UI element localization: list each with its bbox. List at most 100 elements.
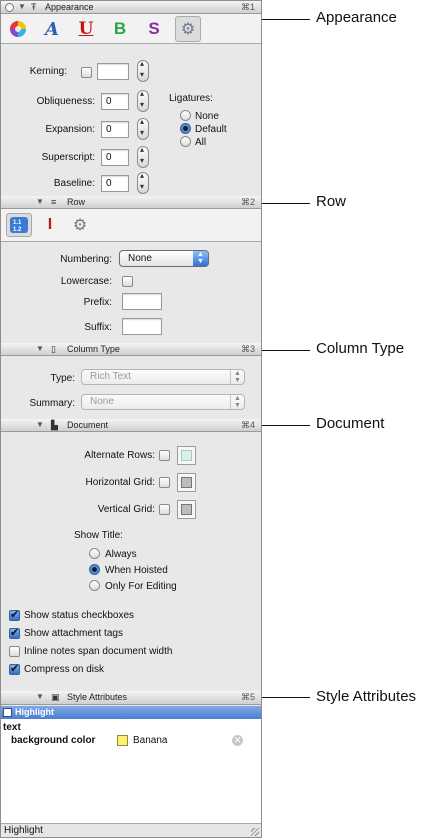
ligatures-default-label: Default [195, 124, 227, 135]
compress-on-disk-checkbox[interactable] [9, 662, 20, 675]
ligatures-default-radio[interactable] [180, 123, 191, 134]
prefix-label: Prefix: [83, 297, 112, 308]
disclosure-triangle-icon[interactable]: ▼ [36, 691, 44, 703]
kerning-checkbox[interactable] [81, 67, 92, 78]
document-icon: ▙ [51, 420, 58, 430]
appearance-title: Appearance [45, 2, 94, 12]
text-cursor-icon[interactable]: I [39, 213, 61, 237]
baseline-field[interactable]: 0 [101, 175, 129, 192]
row-header[interactable]: ▼ ≡ Row ⌘2 [1, 196, 261, 209]
text-format-icon: Ŧ [31, 2, 37, 12]
kerning-label: Kerning: [29, 66, 67, 77]
alternate-rows-checkbox[interactable] [159, 450, 170, 461]
show-title-always-label: Always [105, 549, 137, 560]
callout-line-row [262, 203, 310, 204]
close-icon[interactable] [5, 3, 14, 12]
alternate-rows-label: Alternate Rows: [84, 450, 155, 461]
superscript-field[interactable]: 0 [101, 149, 129, 166]
numbering-popup[interactable]: None ▲ ▼ [119, 250, 209, 267]
style-attributes-list[interactable]: Highlight text background color Banana ✕ [1, 706, 261, 823]
expansion-label: Expansion: [45, 124, 95, 135]
ligatures-all-radio[interactable] [180, 136, 191, 147]
document-shortcut: ⌘4 [240, 420, 255, 430]
lowercase-checkbox[interactable] [122, 276, 133, 287]
svg-text:1.2: 1.2 [13, 227, 22, 233]
row-icon: ≡ [51, 197, 57, 207]
styles-icon[interactable]: S [143, 18, 165, 40]
status-text: Highlight [4, 825, 43, 836]
vertical-grid-checkbox[interactable] [159, 504, 170, 515]
show-attachment-tags-checkbox[interactable] [9, 626, 20, 639]
disclosure-triangle-icon[interactable]: ▼ [36, 196, 44, 208]
banana-color-swatch[interactable] [117, 735, 128, 746]
gear-icon[interactable]: ⚙ [175, 16, 201, 42]
underline-icon[interactable]: U [75, 18, 97, 40]
attribute-value-label: Banana [133, 735, 168, 746]
horizontal-grid-checkbox[interactable] [159, 477, 170, 488]
style-attributes-header[interactable]: ▼ ▣ Style Attributes ⌘5 [1, 691, 261, 705]
callout-document: Document [316, 415, 385, 432]
type-popup[interactable]: Rich Text ▲ ▼ [81, 369, 245, 385]
bold-icon[interactable]: B [109, 18, 131, 40]
kerning-stepper[interactable] [137, 59, 149, 82]
show-title-only-for-editing-label: Only For Editing [105, 581, 177, 592]
horizontal-grid-color-well[interactable] [177, 473, 196, 492]
gear-icon[interactable]: ⚙ [69, 213, 91, 237]
popup-arrows-icon: ▲ ▼ [230, 370, 244, 384]
show-status-checkboxes-label: Show status checkboxes [24, 610, 135, 621]
ligatures-all-label: All [195, 137, 207, 148]
ligatures-none-radio[interactable] [180, 110, 191, 121]
style-list-header-label: Highlight [15, 707, 54, 717]
colors-icon[interactable] [7, 18, 29, 40]
remove-attribute-icon[interactable]: ✕ [232, 735, 243, 746]
suffix-field[interactable] [122, 318, 162, 335]
row-title: Row [67, 197, 86, 207]
column-icon: ▯ [51, 344, 56, 354]
type-value: Rich Text [90, 371, 131, 382]
row-shortcut: ⌘2 [240, 197, 255, 207]
alternate-rows-color-well[interactable] [177, 446, 196, 465]
numbering-icon[interactable]: 1.1 1.2 [6, 213, 32, 237]
appearance-header[interactable]: ▼ Ŧ Appearance ⌘1 [1, 1, 261, 14]
expansion-field[interactable]: 0 [101, 121, 129, 138]
callout-row: Row [316, 193, 347, 210]
column-type-header[interactable]: ▼ ▯ Column Type ⌘3 [1, 343, 261, 356]
expansion-stepper[interactable] [137, 117, 149, 140]
disclosure-triangle-icon[interactable]: ▼ [36, 419, 44, 431]
summary-popup[interactable]: None ▲ ▼ [81, 394, 245, 410]
style-list-header[interactable]: Highlight [1, 706, 261, 719]
obliqueness-field[interactable]: 0 [101, 93, 129, 110]
show-status-checkboxes-checkbox[interactable] [9, 608, 20, 621]
show-title-only-for-editing-radio[interactable] [89, 580, 100, 591]
style-badge-icon [3, 708, 12, 717]
ligatures-none-label: None [195, 111, 219, 122]
document-header[interactable]: ▼ ▙ Document ⌘4 [1, 419, 261, 432]
obliqueness-stepper[interactable] [137, 89, 149, 112]
baseline-stepper[interactable] [137, 171, 149, 194]
callout-style-attributes: Style Attributes [316, 688, 417, 705]
prefix-field[interactable] [122, 293, 162, 310]
show-title-when-hoisted-radio[interactable] [89, 564, 100, 575]
show-title-always-radio[interactable] [89, 548, 100, 559]
popup-arrows-icon: ▲ ▼ [230, 395, 244, 409]
summary-label: Summary: [29, 398, 75, 409]
column-type-shortcut: ⌘3 [240, 344, 255, 354]
color-swatch [181, 504, 192, 515]
obliqueness-label: Obliqueness: [36, 96, 95, 107]
horizontal-grid-label: Horizontal Grid: [85, 477, 155, 488]
superscript-stepper[interactable] [137, 145, 149, 168]
appearance-shortcut: ⌘1 [240, 2, 255, 12]
numbering-value: None [128, 253, 152, 264]
disclosure-triangle-icon[interactable]: ▼ [18, 1, 26, 13]
type-label: Type: [50, 373, 75, 384]
disclosure-triangle-icon[interactable]: ▼ [36, 343, 44, 355]
resize-grip-icon[interactable] [251, 828, 259, 836]
color-swatch [181, 450, 192, 461]
vertical-grid-color-well[interactable] [177, 500, 196, 519]
callout-appearance: Appearance [316, 9, 397, 26]
fonts-icon[interactable]: A [41, 18, 63, 40]
attribute-name-label: background color [11, 735, 96, 746]
kerning-field[interactable] [97, 63, 129, 80]
inline-notes-checkbox[interactable] [9, 646, 20, 657]
row-tabbar: 1.1 1.2 I ⚙ [1, 209, 261, 242]
